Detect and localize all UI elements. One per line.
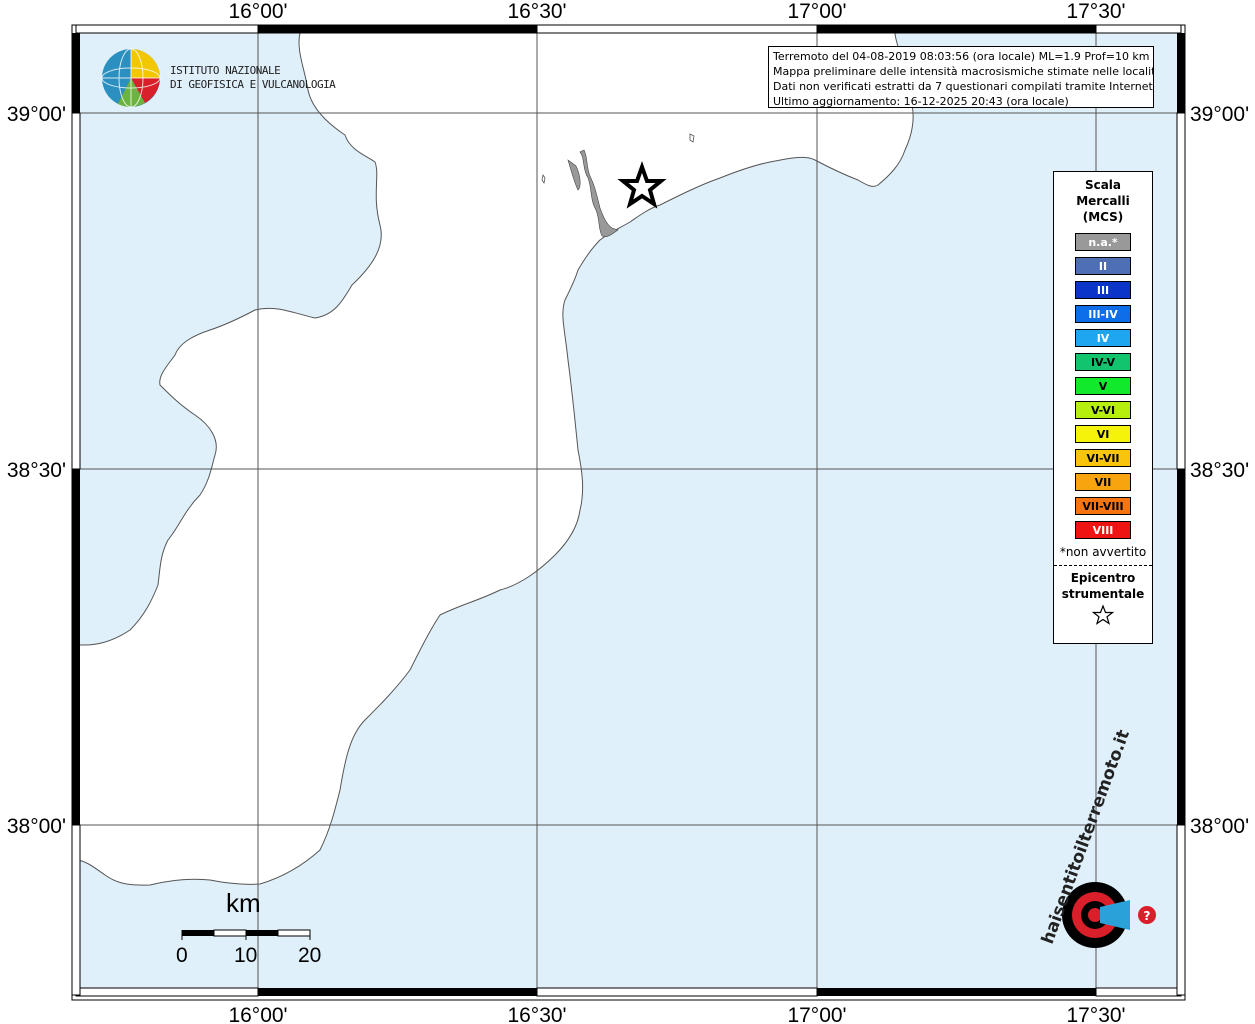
lat-label-left: 38°30' xyxy=(7,459,66,482)
legend-title-line2: Mercalli xyxy=(1076,194,1130,208)
legend-item: III-IV xyxy=(1075,305,1131,323)
legend-item: VI-VII xyxy=(1075,449,1131,467)
event-info-box: Terremoto del 04-08-2019 08:03:56 (ora l… xyxy=(768,46,1154,108)
event-info-line2: Mappa preliminare delle intensità macros… xyxy=(773,65,1154,78)
lon-label-bottom: 16°00' xyxy=(228,1004,287,1024)
legend-item: II xyxy=(1075,257,1131,275)
legend-title-line3: (MCS) xyxy=(1082,210,1124,224)
event-info-line1: Terremoto del 04-08-2019 08:03:56 (ora l… xyxy=(773,50,1150,63)
legend-items: n.a.* II III III-IV IV IV-V V V-VI VI VI-VII VII VI… xyxy=(1054,233,1152,539)
intensity-legend: Scala Mercalli (MCS) n.a.* II III III-IV IV I… xyxy=(1053,171,1153,644)
lon-label-bottom: 17°30' xyxy=(1066,1004,1125,1024)
ingv-name-line1: ISTITUTO NAZIONALE xyxy=(170,64,281,77)
legend-epicenter-line2: strumentale xyxy=(1061,587,1145,601)
legend-star-icon xyxy=(1054,604,1152,630)
lat-label-right: 39°00' xyxy=(1190,103,1249,126)
legend-item: VII xyxy=(1075,473,1131,491)
lon-label-top: 17°30' xyxy=(1066,0,1125,23)
legend-item: VI xyxy=(1075,425,1131,443)
ingv-logo-text: ISTITUTO NAZIONALE DI GEOFISICA E VULCAN… xyxy=(170,64,336,92)
svg-text:?: ? xyxy=(1144,909,1151,923)
legend-item: VIII xyxy=(1075,521,1131,539)
legend-title: Scala Mercalli (MCS) xyxy=(1054,177,1152,225)
legend-item: V xyxy=(1075,377,1131,395)
legend-epicenter-line1: Epicentro xyxy=(1070,571,1136,585)
legend-item: III xyxy=(1075,281,1131,299)
scale-label-0: 0 xyxy=(176,944,188,967)
legend-title-line1: Scala xyxy=(1084,178,1122,192)
legend-epicenter-label: Epicentro strumentale xyxy=(1054,570,1152,602)
lon-label-top: 16°00' xyxy=(228,0,287,23)
lat-label-left: 39°00' xyxy=(7,103,66,126)
scale-label-10: 10 xyxy=(234,944,258,967)
legend-item: n.a.* xyxy=(1075,233,1131,251)
legend-item: V-VI xyxy=(1075,401,1131,419)
lon-label-top: 16°30' xyxy=(507,0,566,23)
scale-label-20: 20 xyxy=(298,944,322,967)
legend-item: IV xyxy=(1075,329,1131,347)
lon-label-bottom: 16°30' xyxy=(507,1004,566,1024)
legend-divider xyxy=(1054,565,1152,566)
legend-item: IV-V xyxy=(1075,353,1131,371)
ingv-globe-icon xyxy=(101,48,161,108)
lat-label-right: 38°00' xyxy=(1190,815,1249,838)
lon-label-bottom: 17°00' xyxy=(787,1004,846,1024)
event-info-line4: Ultimo aggiornamento: 16-12-2025 20:43 (… xyxy=(773,95,1069,108)
legend-item: VII-VIII xyxy=(1075,497,1131,515)
lon-label-top: 17°00' xyxy=(787,0,846,23)
event-info-line3: Dati non verificati estratti da 7 questi… xyxy=(773,80,1154,93)
lat-label-left: 38°00' xyxy=(7,815,66,838)
scale-unit-label: km xyxy=(226,888,261,918)
legend-note: *non avvertito xyxy=(1059,545,1147,559)
ingv-name-line2: DI GEOFISICA E VULCANOLOGIA xyxy=(170,78,336,91)
lat-label-right: 38°30' xyxy=(1190,459,1249,482)
